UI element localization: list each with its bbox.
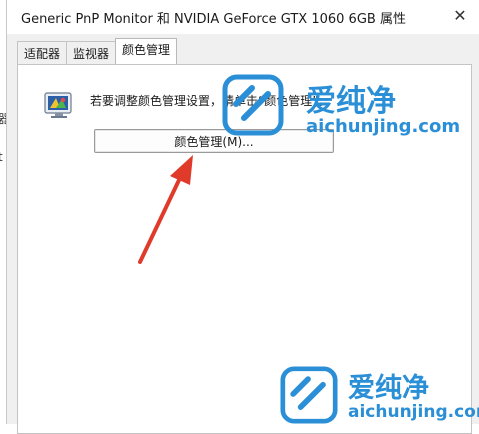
title-bar: Generic PnP Monitor 和 NVIDIA GeForce GTX… (7, 0, 479, 34)
close-button[interactable]: ✕ (440, 0, 479, 30)
window-title: Generic PnP Monitor 和 NVIDIA GeForce GTX… (21, 12, 406, 27)
tab-strip: 适配器 监视器 颜色管理 (17, 38, 178, 64)
color-management-button[interactable]: 颜色管理(M)... (94, 129, 334, 153)
color-management-panel: 若要调整颜色管理设置，请单击“颜色管理”。 颜色管理(M)... (17, 64, 472, 434)
color-management-info-text: 若要调整颜色管理设置，请单击“颜色管理”。 (90, 94, 331, 108)
close-icon: ✕ (453, 5, 467, 25)
monitor-color-icon (44, 92, 72, 118)
tab-adapter[interactable]: 适配器 (17, 41, 68, 64)
tab-monitor[interactable]: 监视器 (66, 41, 117, 64)
properties-dialog: Generic PnP Monitor 和 NVIDIA GeForce GTX… (6, 0, 479, 434)
tab-color-management[interactable]: 颜色管理 (115, 38, 178, 64)
background-window-text: t (0, 150, 3, 164)
